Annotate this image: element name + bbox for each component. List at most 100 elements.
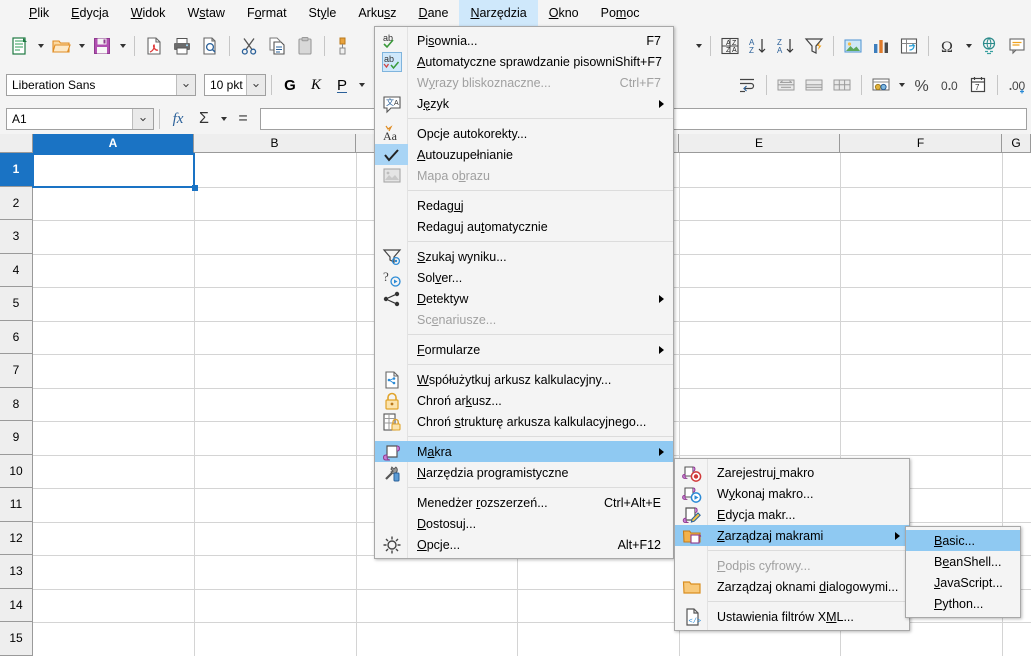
row-header-4[interactable]: 4 [0, 253, 33, 287]
macros-submenu[interactable]: Zarejestruj makro Wykonaj makro... Edycja … [674, 458, 910, 631]
menu-item-szukaj-wyniku[interactable]: Szukaj wyniku... [375, 246, 673, 267]
pivot-table-icon[interactable] [895, 32, 923, 60]
print-preview-icon[interactable] [196, 32, 224, 60]
font-name-combo[interactable]: Liberation Sans [6, 74, 196, 96]
merge-and-center-cells-icon[interactable] [772, 71, 800, 99]
print-icon[interactable] [168, 32, 196, 60]
format-as-percent-icon[interactable]: % [908, 71, 936, 99]
unmerge-cells-icon[interactable] [828, 71, 856, 99]
menubar-item-format[interactable]: Format [236, 0, 298, 26]
sum-button[interactable]: Σ [191, 106, 217, 132]
menubar-item-narzedzia[interactable]: Narzędzia [459, 0, 538, 26]
autofilter-icon[interactable] [800, 32, 828, 60]
menu-item-chron-strukture[interactable]: Chroń strukturę arkusza kalkulacyjnego..… [375, 411, 673, 432]
menubar-item-dane[interactable]: Dane [408, 0, 460, 26]
italic-button[interactable]: K [303, 72, 329, 98]
wrap-text-icon[interactable] [733, 71, 761, 99]
column-header-e[interactable]: E [679, 134, 840, 153]
save-dropdown[interactable] [116, 32, 129, 60]
special-character-icon[interactable]: Ω [934, 32, 962, 60]
open-file-icon[interactable] [47, 32, 75, 60]
name-box-dropdown-icon[interactable] [132, 109, 153, 129]
insert-comment-icon[interactable] [1003, 32, 1031, 60]
row-header-7[interactable]: 7 [0, 354, 33, 388]
row-header-8[interactable]: 8 [0, 387, 33, 421]
menu-item-basic[interactable]: Basic... [906, 530, 1020, 551]
column-header-g[interactable]: G [1002, 134, 1031, 153]
menu-item-opcje-autokorekty[interactable]: Aa Opcje autokorekty... [375, 123, 673, 144]
format-as-currency-icon[interactable] [867, 71, 895, 99]
menu-item-pisownia[interactable]: ab Pisownia... F7 [375, 30, 673, 51]
name-box[interactable]: A1 [6, 108, 154, 130]
menu-item-chron-arkusz[interactable]: Chroń arkusz... [375, 390, 673, 411]
merge-cells-icon[interactable] [800, 71, 828, 99]
open-file-dropdown[interactable] [75, 32, 88, 60]
menu-item-wykonaj-makro[interactable]: Wykonaj makro... [675, 483, 909, 504]
menu-item-formularze[interactable]: Formularze [375, 339, 673, 360]
paste-icon[interactable] [291, 32, 319, 60]
menu-item-zarzadzaj-oknami-dialogowymi[interactable]: Zarządzaj oknami dialogowymi... [675, 576, 909, 597]
save-icon[interactable] [88, 32, 116, 60]
sort-descending-icon[interactable]: ZA [772, 32, 800, 60]
insert-hyperlink-icon[interactable] [975, 32, 1003, 60]
row-header-15[interactable]: 15 [0, 622, 33, 656]
menu-item-beanshell[interactable]: BeanShell... [906, 551, 1020, 572]
sum-dropdown[interactable] [217, 105, 230, 133]
font-size-dropdown-icon[interactable] [246, 75, 265, 95]
new-document-dropdown[interactable] [34, 32, 47, 60]
menu-item-narzedzia-programistyczne[interactable]: Narzędzia programistyczne [375, 462, 673, 483]
row-header-13[interactable]: 13 [0, 555, 33, 589]
menubar-item-style[interactable]: Style [298, 0, 348, 26]
add-decimal-place-icon[interactable]: 00 [1003, 71, 1031, 99]
tools-menu[interactable]: ab Pisownia... F7 ab Automatyczne sprawdzani… [374, 26, 674, 559]
insert-chart-icon[interactable] [867, 32, 895, 60]
underline-dropdown[interactable] [355, 71, 368, 99]
export-pdf-icon[interactable] [140, 32, 168, 60]
menu-item-opcje[interactable]: Opcje... Alt+F12 [375, 534, 673, 555]
undo-dropdown[interactable] [692, 32, 705, 60]
underline-button[interactable]: P [329, 72, 355, 98]
function-wizard-button[interactable]: fx [165, 106, 191, 132]
menu-item-dostosuj[interactable]: Dostosuj... [375, 513, 673, 534]
format-as-date-icon[interactable]: 7 [964, 71, 992, 99]
insert-image-icon[interactable] [839, 32, 867, 60]
macro-languages-submenu[interactable]: Basic... BeanShell... JavaScript... Python.… [905, 526, 1021, 618]
menu-item-detektyw[interactable]: Detektyw [375, 288, 673, 309]
menubar-item-arkusz[interactable]: Arkusz [347, 0, 407, 26]
copy-icon[interactable] [263, 32, 291, 60]
row-header-5[interactable]: 5 [0, 287, 33, 321]
row-header-3[interactable]: 3 [0, 220, 33, 254]
cut-icon[interactable] [235, 32, 263, 60]
menu-item-python[interactable]: Python... [906, 593, 1020, 614]
format-as-number-icon[interactable]: 00 [936, 71, 964, 99]
menu-item-ustawienia-filtrow-xml[interactable]: </> Ustawienia filtrów XML... [675, 606, 909, 627]
row-header-11[interactable]: 11 [0, 488, 33, 522]
column-header-f[interactable]: F [840, 134, 1002, 153]
row-header-14[interactable]: 14 [0, 588, 33, 622]
menu-item-javascript[interactable]: JavaScript... [906, 572, 1020, 593]
bold-button[interactable]: G [277, 72, 303, 98]
menubar-item-widok[interactable]: Widok [120, 0, 177, 26]
row-header-12[interactable]: 12 [0, 521, 33, 555]
menu-item-automatyczne-sprawdzanie-pisowni[interactable]: ab Automatyczne sprawdzanie pisowni Shift+… [375, 51, 673, 72]
menu-item-jezyk[interactable]: 文 A Język [375, 93, 673, 114]
column-header-b[interactable]: B [194, 134, 356, 153]
new-document-icon[interactable] [6, 32, 34, 60]
sort-dialog-icon[interactable]: AZZA [716, 32, 744, 60]
select-all-corner[interactable] [0, 134, 33, 153]
menubar-item-edycja[interactable]: Edycja [60, 0, 120, 26]
row-header-9[interactable]: 9 [0, 421, 33, 455]
menu-item-wspoluzytkuj-arkusz[interactable]: Współużytkuj arkusz kalkulacyjny... [375, 369, 673, 390]
row-header-2[interactable]: 2 [0, 186, 33, 220]
menu-item-redaguj-automatycznie[interactable]: Redaguj automatycznie [375, 216, 673, 237]
font-size-combo[interactable]: 10 pkt [204, 74, 266, 96]
menubar-item-okno[interactable]: Okno [538, 0, 590, 26]
clone-formatting-icon[interactable] [330, 32, 358, 60]
menu-item-zarzadzaj-makrami[interactable]: Zarządzaj makrami [675, 525, 909, 546]
menubar-item-plik[interactable]: Plik [18, 0, 60, 26]
format-as-currency-dropdown[interactable] [895, 71, 908, 99]
menu-item-edycja-makr[interactable]: Edycja makr... [675, 504, 909, 525]
row-header-1[interactable]: 1 [0, 153, 33, 187]
menu-item-menedzer-rozszerzen[interactable]: Menedżer rozszerzeń... Ctrl+Alt+E [375, 492, 673, 513]
row-header-10[interactable]: 10 [0, 454, 33, 488]
